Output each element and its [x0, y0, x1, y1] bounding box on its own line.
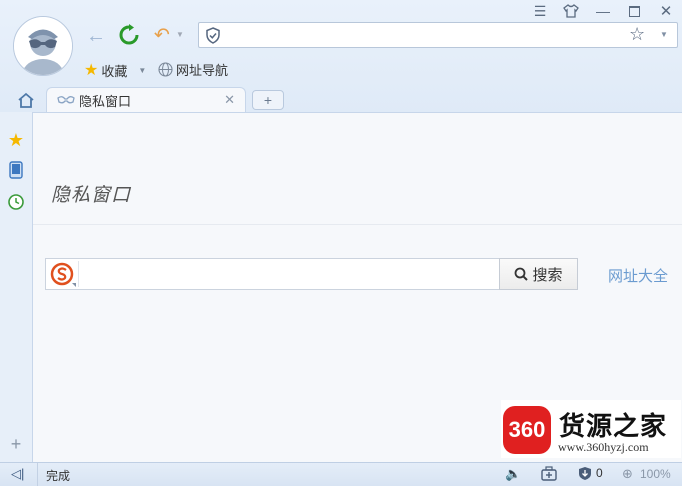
maximize-icon	[628, 5, 640, 17]
menu-button[interactable]: ☰	[529, 2, 551, 20]
home-icon	[18, 92, 34, 108]
search-button-label: 搜索	[532, 266, 563, 284]
favorites-label: 收藏	[101, 63, 128, 79]
refresh-button[interactable]	[117, 23, 141, 47]
clock-icon	[8, 194, 24, 210]
site-navigation-label: 网址导航	[176, 63, 229, 78]
plus-icon: +	[263, 92, 273, 108]
shirt-icon	[563, 4, 579, 18]
close-tab-icon[interactable]: ✕	[224, 92, 235, 108]
undo-dropdown-arrow[interactable]: ▼	[176, 30, 184, 39]
incognito-avatar-icon	[14, 17, 72, 75]
search-engine-selector[interactable]	[50, 261, 79, 287]
maximize-button[interactable]	[623, 2, 645, 20]
toggle-sidebar-icon[interactable]: ◁|	[11, 466, 24, 482]
minimize-button[interactable]: —	[592, 2, 614, 20]
address-bar[interactable]: ☆ ▼	[198, 22, 678, 48]
sidebar-history[interactable]	[6, 192, 26, 212]
sidebar-add-button[interactable]: +	[6, 434, 26, 454]
speaker-icon[interactable]: 🔈	[505, 466, 521, 482]
zoom-level[interactable]: 100%	[640, 467, 671, 481]
home-button[interactable]	[14, 89, 38, 111]
page-title-text: 隐私窗口	[51, 185, 132, 206]
tablet-icon	[9, 161, 23, 179]
downloads-count: 0	[596, 466, 603, 480]
security-shield-icon	[206, 27, 220, 44]
user-avatar[interactable]	[13, 16, 73, 76]
watermark: 360 货源之家 www.360hyzj.com	[501, 400, 681, 458]
skin-button[interactable]	[560, 2, 582, 20]
status-bar: ◁| 完成 🔈 0 ⊕ 100%	[0, 462, 682, 486]
mask-icon	[57, 96, 75, 104]
downloads-button[interactable]	[578, 466, 592, 484]
back-button[interactable]: ←	[84, 24, 108, 48]
toolbox-icon	[541, 466, 557, 481]
sidebar-favorites[interactable]: ★	[6, 130, 26, 150]
close-window-button[interactable]: ✕	[655, 2, 677, 20]
status-divider	[37, 463, 38, 486]
chevron-down-icon: ▼	[138, 65, 147, 75]
shield-download-icon	[579, 467, 591, 480]
search-input[interactable]	[45, 258, 500, 290]
watermark-brand: 货源之家	[559, 411, 668, 441]
undo-close-button[interactable]: ↶	[150, 23, 174, 47]
sogou-logo-icon	[50, 262, 76, 287]
sidebar-device[interactable]	[6, 160, 26, 180]
divider	[33, 224, 682, 225]
new-tab-button[interactable]: +	[252, 90, 284, 110]
tab-title: 隐私窗口	[79, 93, 132, 109]
page-title: 隐私窗口	[33, 180, 131, 207]
plus-icon: +	[10, 433, 22, 454]
globe-icon	[158, 62, 173, 77]
tab-private-window[interactable]: 隐私窗口 ✕	[46, 87, 246, 112]
chevron-down-icon[interactable]: ▼	[660, 30, 668, 39]
zoom-icon[interactable]: ⊕	[622, 466, 633, 482]
toolbox-button[interactable]	[541, 466, 557, 484]
star-icon: ★	[7, 129, 25, 150]
minimize-icon: —	[596, 3, 610, 19]
arrow-left-icon: ←	[86, 24, 106, 47]
sites-directory-link[interactable]: 网址大全	[608, 265, 668, 286]
hamburger-icon: ☰	[533, 2, 547, 19]
star-icon: ★	[84, 62, 99, 79]
star-bookmark-icon[interactable]: ☆	[629, 24, 645, 45]
site-navigation-link[interactable]: 网址导航	[158, 60, 228, 79]
status-text: 完成	[46, 469, 71, 483]
undo-icon: ↶	[154, 24, 170, 46]
watermark-logo: 360	[503, 406, 551, 454]
refresh-icon	[119, 24, 139, 45]
search-button[interactable]: 搜索	[499, 258, 578, 290]
close-icon: ✕	[659, 3, 673, 20]
sidebar: ★ +	[0, 112, 33, 462]
favorites-menu[interactable]: ★ 收藏 ▼	[84, 60, 146, 80]
watermark-url: www.360hyzj.com	[558, 440, 649, 454]
watermark-logo-number: 360	[508, 417, 546, 442]
search-icon	[515, 267, 529, 281]
